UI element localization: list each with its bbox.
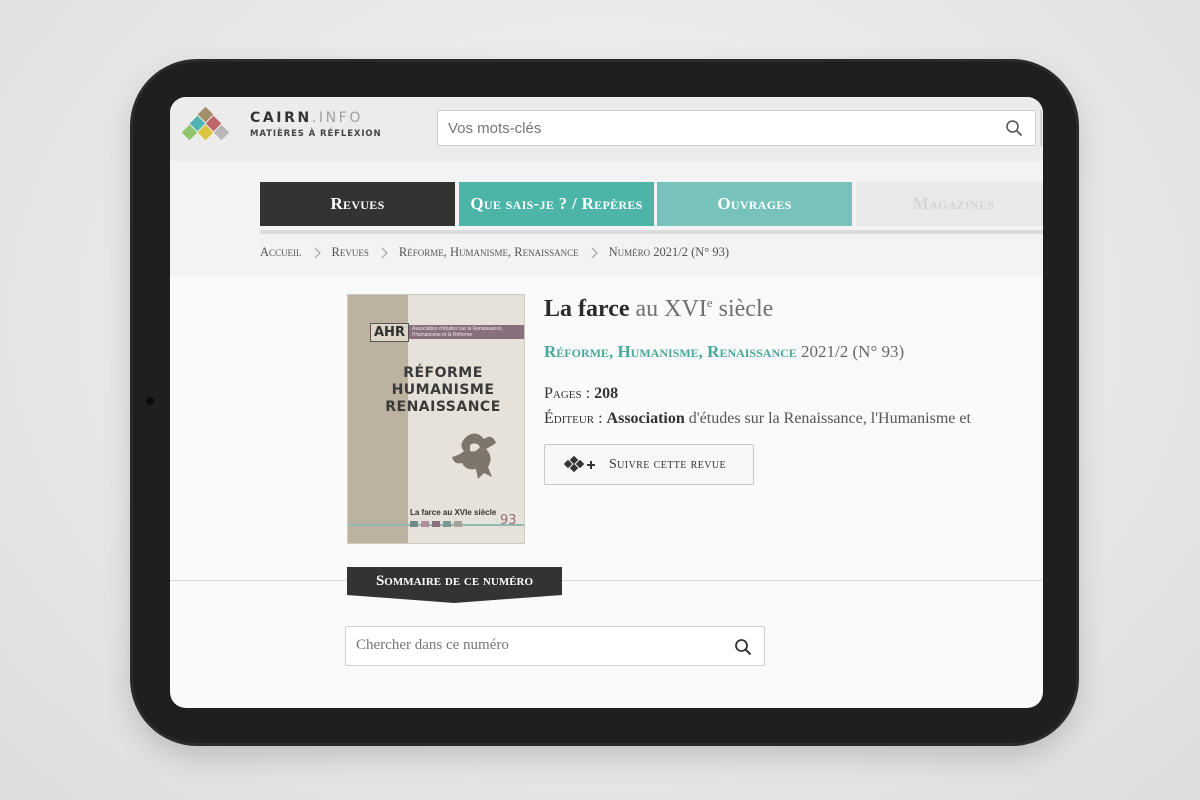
journal-cover[interactable]: Association d'études sur la Renaissance,… xyxy=(347,294,525,544)
breadcrumb-issue: Numéro 2021/2 (N° 93) xyxy=(608,245,730,259)
diamonds-plus-icon xyxy=(563,455,595,472)
journal-line: Réforme, Humanisme, Renaissance 2021/2 (… xyxy=(544,342,904,362)
breadcrumb: Accueil Revues Réforme, Humanisme, Renai… xyxy=(260,245,729,260)
issue-title: La farce au XVIe siècle xyxy=(544,295,774,322)
sommaire-heading: Sommaire de ce numéro xyxy=(347,567,562,595)
tab-magazines[interactable]: Magazines xyxy=(856,182,1043,226)
tab-ouvrages[interactable]: Ouvrages xyxy=(657,182,852,226)
screen: CAIRN.INFO MATIÈRES À RÉFLEXION Vos mots… xyxy=(170,97,1043,708)
cover-title: RÉFORME HUMANISME RENAISSANCE xyxy=(385,365,501,415)
search-icon[interactable] xyxy=(734,638,752,656)
pages-row: Pages : 208 xyxy=(544,385,619,402)
brand-tagline: MATIÈRES À RÉFLEXION xyxy=(250,129,382,139)
cairn-logo[interactable] xyxy=(180,107,242,151)
issue-search-placeholder: Chercher dans ce numéro xyxy=(356,637,509,653)
breadcrumb-accueil[interactable]: Accueil xyxy=(260,245,302,260)
editor-link[interactable]: Association xyxy=(607,410,685,427)
tabs-underline xyxy=(260,230,1043,234)
search-icon[interactable] xyxy=(1005,119,1023,137)
keyword-search-placeholder: Vos mots-clés xyxy=(448,120,542,137)
cover-logo: AHR xyxy=(370,323,409,342)
nav-tabs: Revues Que sais-je ? / Repères Ouvrages … xyxy=(260,182,1043,226)
tab-revues[interactable]: Revues xyxy=(260,182,455,226)
editor-row: Éditeur : Association d'études sur la Re… xyxy=(544,410,971,427)
keyword-search-input[interactable]: Vos mots-clés xyxy=(437,110,1036,146)
tab-que-sais-je[interactable]: Que sais-je ? / Repères xyxy=(459,182,654,226)
follow-journal-button[interactable]: Suivre cette revue xyxy=(544,444,754,485)
journal-link[interactable]: Réforme, Humanisme, Renaissance xyxy=(544,342,797,361)
cover-theme: La farce au XVIe siècle xyxy=(410,508,497,517)
top-bar: CAIRN.INFO MATIÈRES À RÉFLEXION Vos mots… xyxy=(170,97,1043,161)
breadcrumb-journal[interactable]: Réforme, Humanisme, Renaissance xyxy=(399,245,579,260)
follow-journal-label: Suivre cette revue xyxy=(609,456,726,472)
issue-meta: Pages : 208 Éditeur : Association d'étud… xyxy=(544,381,971,431)
chevron-right-icon xyxy=(381,247,388,258)
chevron-right-icon xyxy=(314,247,321,258)
breadcrumb-revues[interactable]: Revues xyxy=(332,245,369,260)
issue-number: 2021/2 (N° 93) xyxy=(801,342,905,361)
brand-name: CAIRN.INFO xyxy=(250,110,363,126)
section-divider xyxy=(170,580,1043,581)
sommaire-arrow xyxy=(347,595,562,603)
griffin-illustration xyxy=(452,433,496,479)
cover-strip-text: Association d'études sur la Renaissance,… xyxy=(412,326,504,338)
cover-color-chips xyxy=(410,521,462,527)
cover-number: 93 xyxy=(500,513,517,528)
chevron-right-icon xyxy=(591,247,598,258)
brand-text: CAIRN.INFO MATIÈRES À RÉFLEXION xyxy=(250,110,382,139)
issue-search-input[interactable]: Chercher dans ce numéro xyxy=(345,626,765,666)
tablet-camera xyxy=(146,397,154,405)
topbar-divider xyxy=(1040,110,1042,146)
